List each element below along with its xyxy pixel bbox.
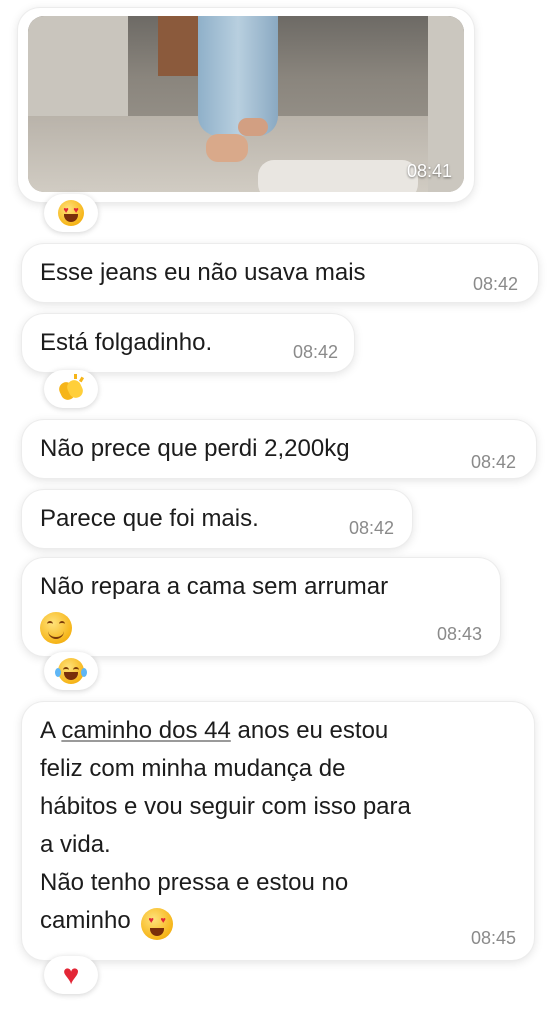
message-time: 08:42 bbox=[470, 452, 516, 472]
message-bubble[interactable]: Parece que foi mais. 08:42 bbox=[22, 490, 412, 548]
message-time: 08:42 bbox=[292, 342, 338, 362]
heart-eyes-icon: ♥ ♥ bbox=[58, 200, 84, 226]
photo-foot-2 bbox=[238, 118, 268, 136]
message-time: 08:42 bbox=[472, 274, 518, 294]
message-line: A caminho dos 44 anos eu estou bbox=[40, 717, 389, 744]
photo-thumbnail[interactable]: 08:41 bbox=[28, 16, 464, 192]
reaction-red-heart[interactable]: ♥ bbox=[44, 956, 98, 994]
photo-jeans bbox=[198, 16, 278, 136]
message-text: Está folgadinho. bbox=[40, 329, 213, 356]
message-time: 08:41 bbox=[406, 161, 452, 181]
reaction-tears-of-joy[interactable] bbox=[44, 652, 98, 690]
message-text: Não prece que perdi 2,200kg bbox=[40, 435, 350, 462]
tears-of-joy-icon bbox=[55, 658, 87, 684]
red-heart-icon: ♥ bbox=[62, 959, 80, 990]
message-time: 08:42 bbox=[348, 518, 394, 538]
message-time: 08:43 bbox=[436, 624, 482, 644]
photo-wall bbox=[28, 16, 128, 126]
reaction-heart-eyes[interactable]: ♥ ♥ bbox=[44, 194, 98, 232]
message-bubble[interactable]: Não prece que perdi 2,200kg 08:42 bbox=[22, 420, 536, 478]
reaction-clapping[interactable] bbox=[44, 370, 98, 408]
message-line: feliz com minha mudança de bbox=[40, 755, 346, 782]
message-time: 08:45 bbox=[470, 928, 516, 948]
message-text: Não repara a cama sem arrumar bbox=[40, 573, 389, 600]
message-bubble[interactable]: Esse jeans eu não usava mais 08:42 bbox=[22, 244, 538, 302]
heart-eyes-icon: ♥ ♥ bbox=[141, 907, 174, 940]
message-text: Esse jeans eu não usava mais bbox=[40, 259, 366, 286]
message-line: hábitos e vou seguir com isso para bbox=[40, 793, 411, 820]
image-message-bubble[interactable]: 08:41 bbox=[18, 8, 474, 202]
message-line: caminho ♥ ♥ bbox=[40, 902, 534, 940]
message-bubble[interactable]: Está folgadinho. 08:42 bbox=[22, 314, 354, 372]
message-text: Parece que foi mais. bbox=[40, 505, 259, 532]
photo-foot bbox=[206, 134, 248, 162]
message-line: Não tenho pressa e estou no bbox=[40, 869, 349, 896]
message-link[interactable]: caminho dos 44 bbox=[61, 717, 230, 744]
message-bubble[interactable]: Não repara a cama sem arrumar 08:43 bbox=[22, 558, 500, 656]
photo-pillow bbox=[258, 160, 418, 192]
message-line: a vida. bbox=[40, 831, 111, 858]
smiling-face-icon bbox=[40, 612, 72, 644]
clapping-hands-icon bbox=[56, 374, 86, 403]
message-bubble[interactable]: A caminho dos 44 anos eu estou feliz com… bbox=[22, 702, 534, 960]
